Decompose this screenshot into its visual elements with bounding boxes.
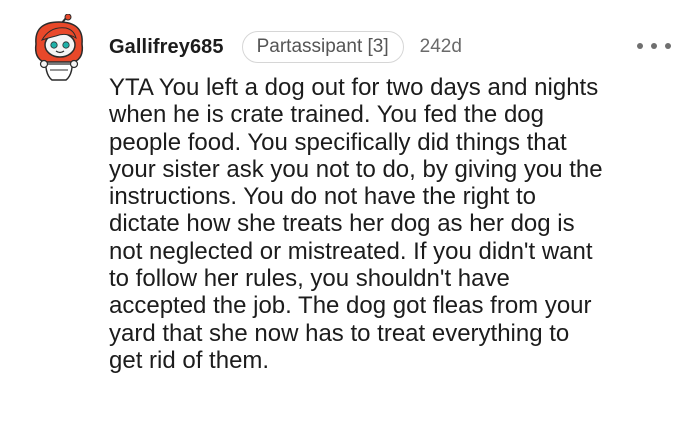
more-horizontal-icon-dot-3 — [665, 43, 671, 49]
user-avatar[interactable] — [30, 13, 88, 82]
comment-body-line: dictate how she treats her dog as her do… — [109, 210, 575, 238]
username-link[interactable]: Gallifrey685 — [109, 36, 224, 59]
comment-body-line: instructions. You do not have the right … — [109, 183, 536, 211]
more-horizontal-icon-dot-1 — [637, 43, 643, 49]
comment-header: Gallifrey685 Partassipant [3] 242d — [109, 30, 462, 64]
comment-body-line: yard that she now has to treat everythin… — [109, 319, 570, 347]
comment-body-line: when he is crate trained. You fed the do… — [109, 101, 544, 129]
comment-body-line: not neglected or mistreated. If you didn… — [109, 237, 593, 265]
comment-body-line: get rid of them. — [109, 346, 270, 374]
snoo-avatar-icon — [34, 13, 84, 81]
comment-body-line: people food. You specifically did things… — [109, 128, 567, 156]
comment-body: YTA You left a dog out for two days and … — [109, 74, 689, 374]
more-options-button[interactable] — [637, 36, 671, 56]
comment-age: 242d — [419, 36, 462, 57]
comment: Gallifrey685 Partassipant [3] 242d YTA Y… — [0, 0, 700, 444]
comment-body-line: YTA You left a dog out for two days and … — [109, 74, 599, 101]
comment-body-line: accepted the job. The dog got fleas from… — [109, 292, 592, 320]
comment-body-line: to follow her rules, you shouldn't have — [109, 265, 510, 293]
user-flair-badge: Partassipant [3] — [241, 31, 404, 63]
comment-body-line: your sister ask you not to do, by giving… — [109, 155, 603, 183]
more-horizontal-icon-dot-2 — [651, 43, 657, 49]
